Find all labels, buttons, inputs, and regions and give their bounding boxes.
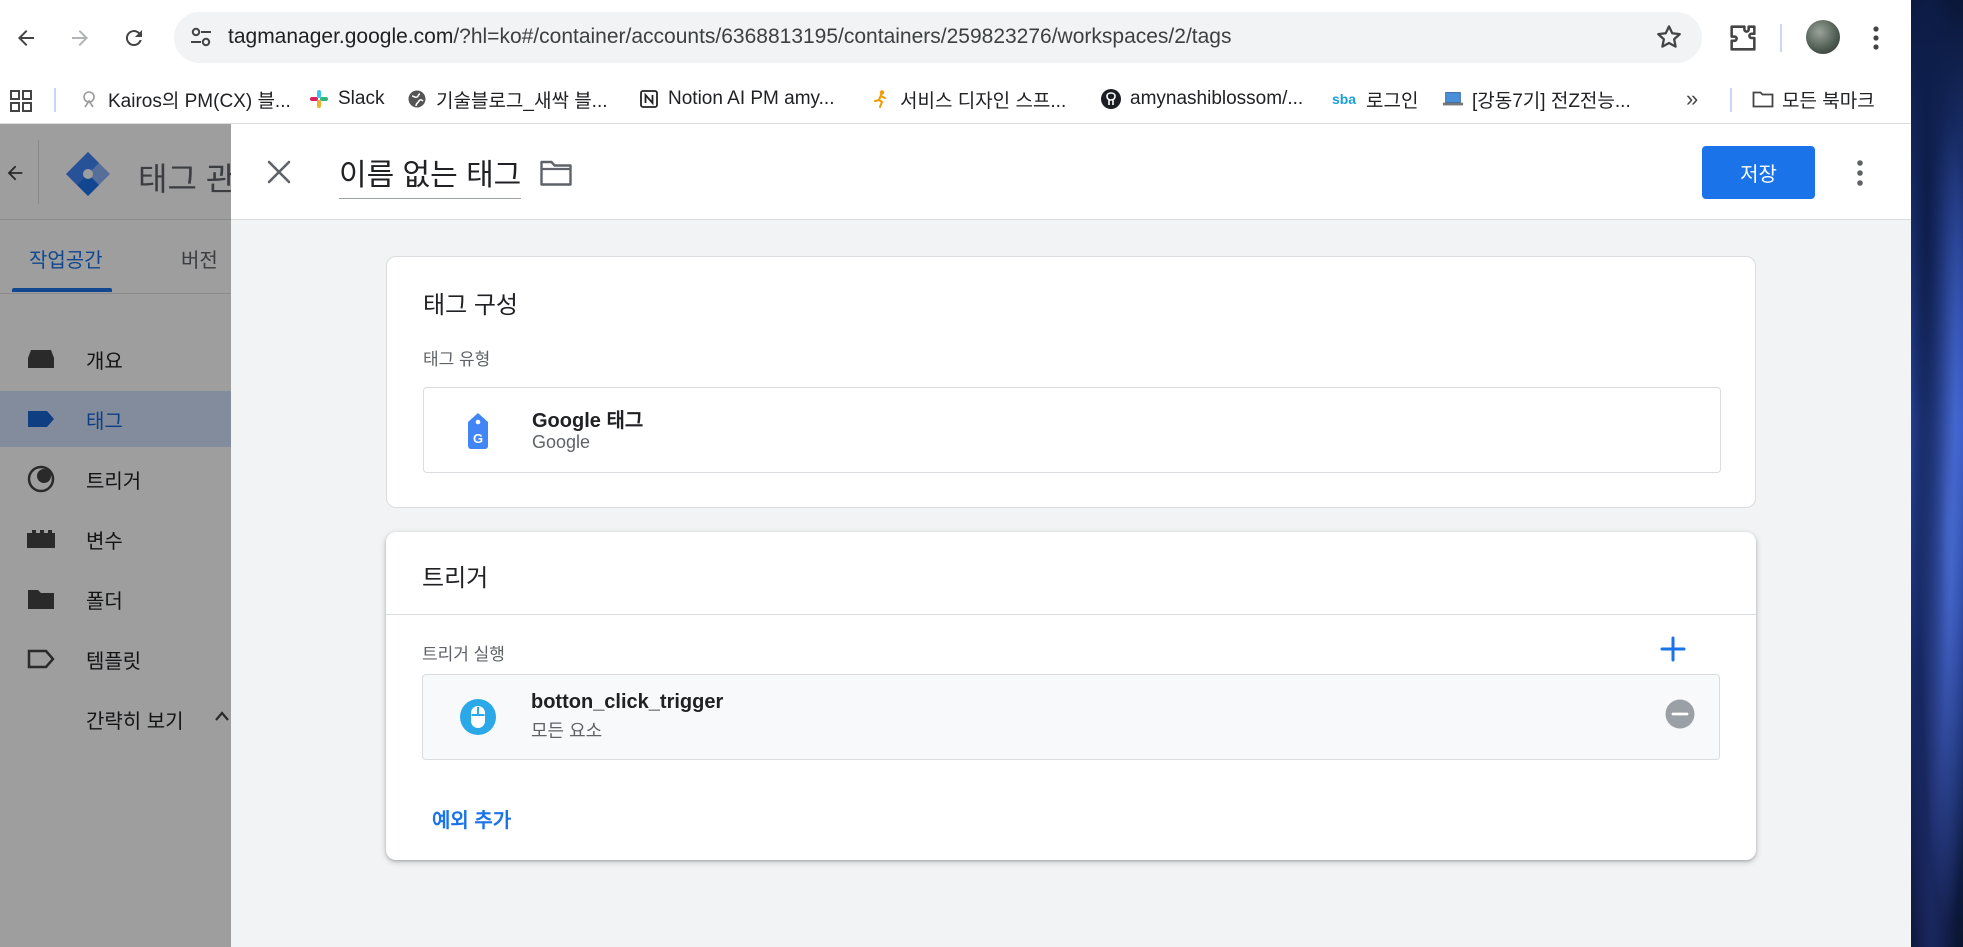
bookmark-item[interactable]: Kairos의 PM(CX) 블... (78, 84, 291, 114)
back-arrow-icon[interactable] (8, 20, 44, 56)
tag-type-row[interactable]: G Google 태그 Google (423, 387, 1721, 473)
bookmark-item[interactable]: amynashiblossom/... (1100, 84, 1303, 114)
profile-avatar[interactable] (1806, 20, 1840, 54)
firing-triggers-label: 트리거 실행 (422, 645, 505, 664)
site-settings-icon[interactable] (188, 24, 214, 50)
click-trigger-icon (460, 699, 496, 735)
bookmark-item[interactable]: 기술블로그_새싹 블... (406, 84, 608, 114)
bookmark-item[interactable]: Notion AI PM amy... (638, 84, 834, 114)
url-text: tagmanager.google.com/?hl=ko#/container/… (228, 25, 1232, 48)
bookmark-item[interactable]: Slack (308, 84, 384, 114)
tag-configuration-card: 태그 구성 태그 유형 G Google 태그 Google (386, 256, 1756, 508)
folder-icon (1752, 88, 1774, 110)
google-tag-icon: G (468, 413, 488, 449)
trigger-name: botton_click_trigger (531, 691, 724, 713)
folder-icon[interactable] (539, 158, 573, 188)
tag-type-label: 태그 유형 (423, 350, 491, 369)
modal-scrim[interactable] (0, 124, 240, 947)
bookmarks-divider (1730, 88, 1732, 112)
add-exception-link[interactable]: 예외 추가 (432, 804, 511, 833)
all-bookmarks-button[interactable]: 모든 북마크 (1752, 84, 1875, 114)
bookmarks-overflow-button[interactable]: » (1686, 84, 1698, 114)
reload-icon[interactable] (116, 20, 152, 56)
close-icon[interactable] (265, 158, 293, 186)
tag-type-name: Google 태그 (532, 410, 644, 432)
laptop-icon (1442, 88, 1464, 110)
globe-icon (406, 88, 428, 110)
bookmarks-divider (54, 88, 56, 112)
kairos-icon (78, 88, 100, 110)
runner-icon (870, 88, 892, 110)
trigger-detail: 모든 요소 (531, 721, 603, 741)
apps-grid-icon[interactable] (10, 90, 32, 112)
browser-toolbar: tagmanager.google.com/?hl=ko#/container/… (0, 0, 1911, 76)
card-divider (386, 614, 1756, 615)
trigger-row[interactable]: botton_click_trigger 모든 요소 (422, 674, 1720, 760)
svg-text:G: G (473, 431, 483, 446)
tag-name-field[interactable]: 이름 없는 태그 (339, 150, 522, 199)
bookmark-item[interactable]: [강동7기] 전Z전능... (1442, 84, 1631, 114)
sba-icon: sba (1331, 91, 1357, 107)
triggering-card: 트리거 트리거 실행 botton_click_trigger 모든 요소 예외… (386, 532, 1756, 860)
desktop-wallpaper (1911, 0, 1963, 947)
add-trigger-plus-icon[interactable] (1658, 634, 1688, 664)
tag-editor-panel: 이름 없는 태그 저장 태그 구성 태그 유형 G Google 태그 Goog… (231, 124, 1911, 947)
github-icon (1100, 88, 1122, 110)
tag-editor-header: 이름 없는 태그 저장 (231, 124, 1911, 220)
forward-arrow-icon[interactable] (62, 20, 98, 56)
bookmark-item[interactable]: sba 로그인 (1330, 84, 1419, 114)
card-title: 태그 구성 (423, 292, 518, 319)
slack-icon (308, 88, 330, 110)
address-bar[interactable]: tagmanager.google.com/?hl=ko#/container/… (174, 12, 1702, 63)
save-button[interactable]: 저장 (1702, 146, 1815, 199)
toolbar-divider (1780, 24, 1782, 52)
remove-trigger-icon[interactable] (1665, 699, 1695, 729)
tag-type-vendor: Google (532, 432, 591, 452)
more-options-icon[interactable] (1855, 158, 1865, 188)
bookmark-star-icon[interactable] (1654, 22, 1684, 52)
extensions-puzzle-icon[interactable] (1726, 21, 1760, 55)
bookmark-item[interactable]: 서비스 디자인 스프... (870, 84, 1066, 114)
card-title: 트리거 (422, 565, 489, 592)
browser-menu-icon[interactable] (1866, 22, 1886, 54)
bookmarks-bar: Kairos의 PM(CX) 블... Slack 기술블로그_새싹 블... … (0, 76, 1911, 124)
notion-icon (638, 88, 660, 110)
